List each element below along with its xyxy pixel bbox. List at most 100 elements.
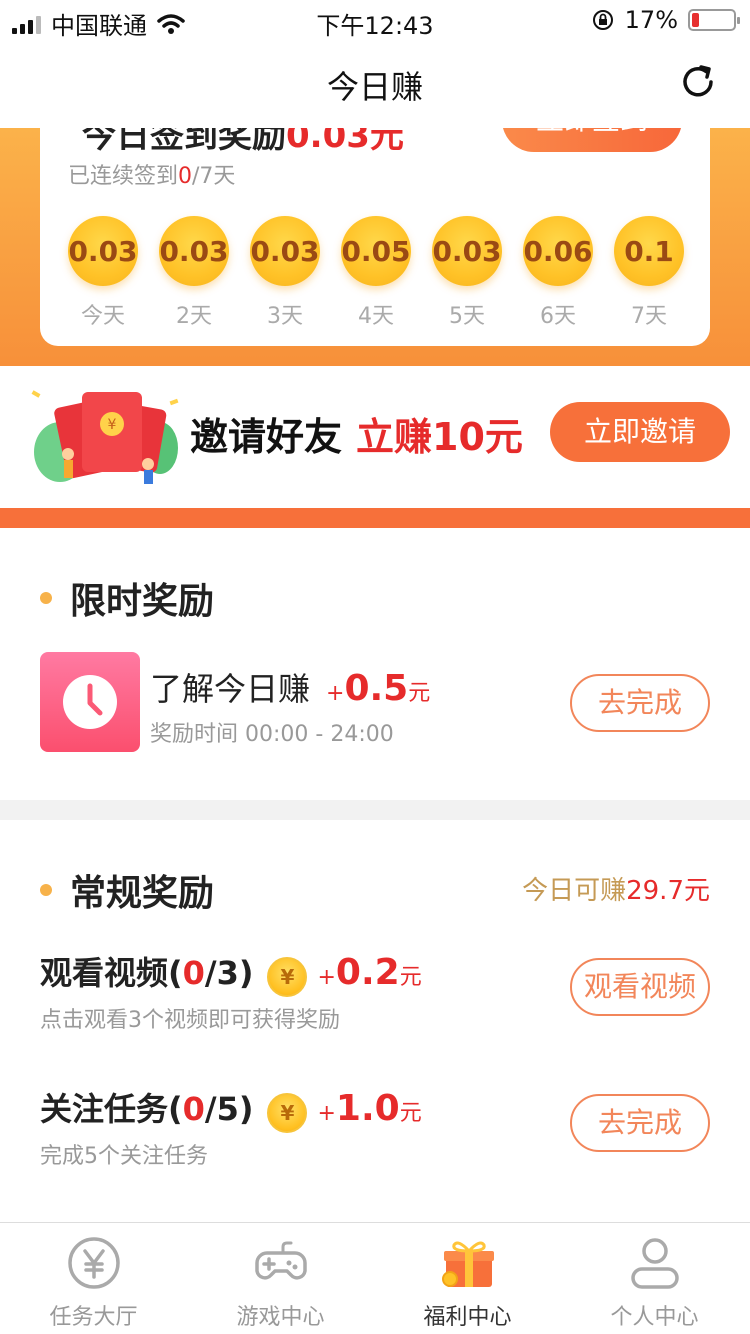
coin-icon: 0.03 [432, 216, 502, 286]
coin-icon: 0.06 [523, 216, 593, 286]
tab-label: 福利中心 [423, 1305, 512, 1330]
signin-title-amount: 0.03元 [286, 128, 404, 156]
reward-amount: 0.5 [344, 668, 409, 709]
signin-title-prefix: 今日签到奖励 [82, 128, 286, 156]
task-subtitle: 奖励时间 00:00 - 24:00 [150, 722, 394, 747]
reward-plus: + [317, 965, 336, 990]
signin-day: 0.03 5天 [432, 216, 502, 330]
battery-icon [688, 9, 740, 31]
task-title: 了解今日赚 +0.5 元 [150, 664, 430, 710]
status-right: 17% [591, 6, 740, 34]
gift-icon [441, 1241, 494, 1287]
user-icon [630, 1238, 679, 1289]
envelope-yen-symbol: ¥ [108, 417, 117, 433]
watch-video-button[interactable]: 观看视频 [570, 958, 710, 1016]
reward-unit: 元 [399, 1101, 422, 1126]
page-title: 今日赚 [326, 68, 423, 106]
regular-header: 常规奖励 [40, 864, 214, 916]
yen-coin-icon: ¥ [267, 1093, 308, 1133]
reward-amount: 0.2 [335, 952, 400, 993]
section-gap [0, 800, 750, 820]
tab-label: 游戏中心 [236, 1305, 325, 1330]
yen-circle-icon [67, 1237, 120, 1289]
regular-section: 常规奖励 今日可赚29.7元 观看视频(0/3) ¥ +0.2 元 点击观看3个视… [0, 820, 750, 1222]
coin-icon: 0.05 [341, 216, 411, 286]
complete-button[interactable]: 去完成 [570, 674, 710, 732]
invite-title: 邀请好友 立赚10元 [190, 406, 523, 461]
invite-highlight: 立赚10元 [356, 415, 523, 459]
reward-plus: + [326, 681, 345, 706]
reward-unit: 元 [399, 965, 422, 990]
coin-icon: 0.03 [250, 216, 320, 286]
reward-amount: 1.0 [335, 1088, 400, 1129]
day-label: 4天 [358, 304, 394, 329]
tab-personal-center[interactable]: 个人中心 [561, 1223, 748, 1334]
signin-card: 今日签到奖励0.03元 立即签到 已连续签到0/7天 0.03 今天 0.03 2天… [40, 128, 710, 346]
task-subtitle: 点击观看3个视频即可获得奖励 [40, 1008, 340, 1033]
task-name-prefix: 关注任务( [40, 1090, 183, 1128]
task-name: 了解今日赚 [150, 670, 311, 708]
day-label: 7天 [631, 304, 667, 329]
refresh-icon[interactable] [678, 62, 718, 102]
task-name-prefix: 观看视频( [40, 954, 183, 992]
signin-day: 0.05 4天 [341, 216, 411, 330]
signin-streak: 已连续签到0/7天 [68, 158, 235, 190]
signin-day: 0.03 今天 [68, 216, 138, 330]
clock-icon [40, 652, 140, 752]
day-label: 6天 [540, 304, 576, 329]
signin-day: 0.03 3天 [250, 216, 320, 330]
today-earn-amount: 29.7元 [626, 876, 710, 906]
tab-label: 个人中心 [610, 1305, 699, 1330]
bullet-dot [40, 884, 52, 896]
today-earn: 今日可赚29.7元 [522, 870, 710, 907]
day-label: 5天 [449, 304, 485, 329]
task-progress: 0 [182, 954, 205, 992]
signin-coin-row: 0.03 今天 0.03 2天 0.03 3天 0.05 4天 0.03 5天 0.06 6… [68, 216, 684, 330]
day-label: 2天 [176, 304, 212, 329]
tab-game-center[interactable]: 游戏中心 [187, 1223, 374, 1334]
section-title: 限时奖励 [70, 581, 215, 622]
status-bar: 中国联通 下午12:43 17% [0, 0, 750, 40]
coin-icon: 0.03 [68, 216, 138, 286]
signin-button[interactable]: 立即签到 [502, 128, 682, 152]
tab-task-hall[interactable]: 任务大厅 [0, 1223, 187, 1334]
tab-bar: 任务大厅 游戏中心 福利中心 个人中心 [0, 1222, 750, 1334]
divider-strip [0, 508, 750, 528]
gamepad-icon [254, 1241, 307, 1280]
nav-bar: 今日赚 [0, 40, 750, 128]
limited-section: 限时奖励 了解今日赚 +0.5 元 奖励时间 00:00 - 24:00 去完成 [0, 528, 750, 800]
signin-day: 0.1 7天 [614, 216, 684, 330]
reward-unit: 元 [408, 681, 431, 706]
streak-current: 0 [178, 164, 193, 189]
streak-prefix: 已连续签到 [68, 164, 179, 189]
invite-banner[interactable]: ¥ 邀请好友 立赚10元 立即邀请 [0, 366, 750, 508]
tab-label: 任务大厅 [49, 1305, 138, 1330]
task-progress: 0 [182, 1090, 205, 1128]
reward-plus: + [317, 1101, 336, 1126]
task-title: 观看视频(0/3) ¥ +0.2 元 [40, 948, 422, 997]
section-title: 常规奖励 [70, 873, 215, 914]
signin-day: 0.03 2天 [159, 216, 229, 330]
tab-welfare-center[interactable]: 福利中心 [374, 1223, 561, 1334]
signin-day: 0.06 6天 [523, 216, 593, 330]
task-subtitle: 完成5个关注任务 [40, 1144, 208, 1169]
coin-icon: 0.1 [614, 216, 684, 286]
battery-percent: 17% [624, 6, 678, 34]
task-name-suffix: /3) [204, 954, 254, 992]
streak-suffix: /7天 [192, 164, 236, 189]
yen-coin-icon: ¥ [267, 957, 308, 997]
task-title: 关注任务(0/5) ¥ +1.0 元 [40, 1084, 422, 1133]
red-envelope-icon: ¥ [31, 390, 179, 484]
invite-title-main: 邀请好友 [190, 415, 343, 459]
day-label: 3天 [267, 304, 303, 329]
rotation-lock-icon [592, 10, 613, 30]
task-name-suffix: /5) [204, 1090, 254, 1128]
invite-button[interactable]: 立即邀请 [550, 402, 730, 462]
complete-button[interactable]: 去完成 [570, 1094, 710, 1152]
today-earn-prefix: 今日可赚 [522, 876, 627, 906]
signin-title: 今日签到奖励0.03元 [82, 128, 404, 157]
day-label: 今天 [80, 304, 125, 329]
coin-icon: 0.03 [159, 216, 229, 286]
bullet-dot [40, 592, 52, 604]
limited-header: 限时奖励 [40, 572, 214, 624]
